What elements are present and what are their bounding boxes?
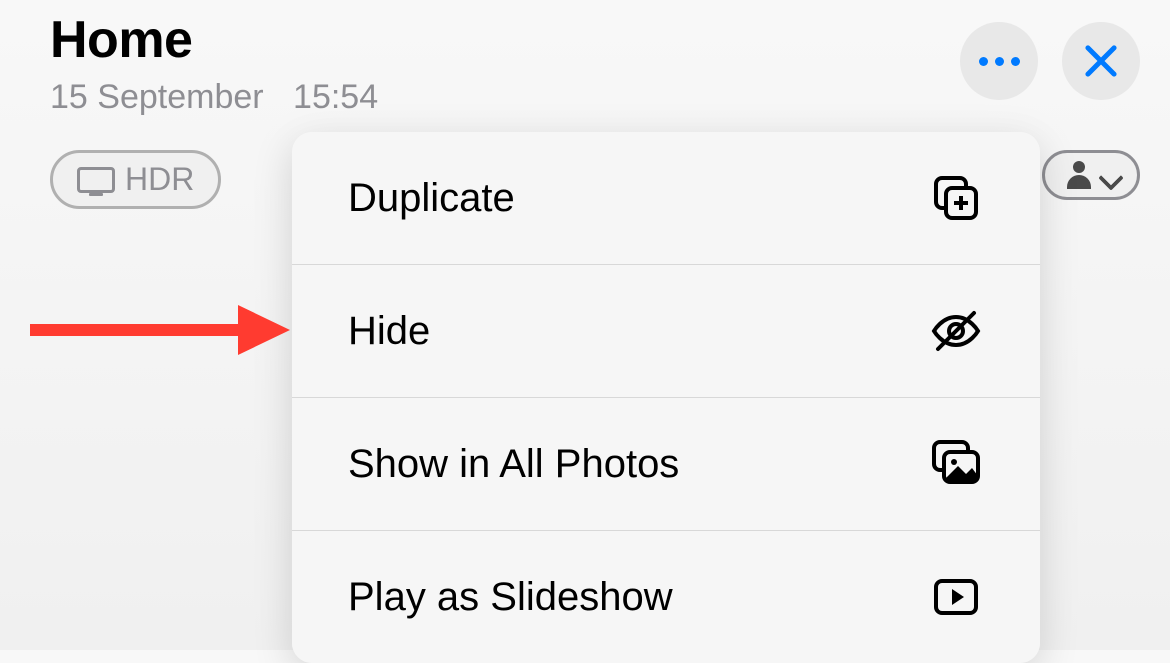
hdr-label: HDR xyxy=(125,161,194,198)
hide-icon xyxy=(928,303,984,359)
arrow-head-icon xyxy=(238,305,290,355)
top-buttons xyxy=(960,22,1140,100)
menu-label: Hide xyxy=(348,309,430,354)
menu-item-show-all-photos[interactable]: Show in All Photos xyxy=(292,397,1040,530)
more-icon xyxy=(979,57,1020,66)
time-label: 15:54 xyxy=(293,78,378,116)
menu-item-slideshow[interactable]: Play as Slideshow xyxy=(292,530,1040,663)
slideshow-icon xyxy=(928,569,984,625)
close-button[interactable] xyxy=(1062,22,1140,100)
duplicate-icon xyxy=(928,170,984,226)
hdr-badge[interactable]: HDR xyxy=(50,150,221,209)
arrow-annotation xyxy=(30,307,290,351)
person-icon xyxy=(1065,161,1093,189)
person-badge[interactable] xyxy=(1042,150,1140,200)
menu-item-duplicate[interactable]: Duplicate xyxy=(292,132,1040,264)
arrow-line xyxy=(30,324,245,336)
menu-label: Show in All Photos xyxy=(348,442,679,487)
menu-label: Play as Slideshow xyxy=(348,575,673,620)
close-icon xyxy=(1083,43,1119,79)
menu-item-hide[interactable]: Hide xyxy=(292,264,1040,397)
all-photos-icon xyxy=(928,436,984,492)
chevron-down-icon xyxy=(1101,169,1121,181)
more-button[interactable] xyxy=(960,22,1038,100)
display-icon xyxy=(77,167,115,193)
context-menu: Duplicate Hide Show in All Photos xyxy=(292,132,1040,663)
header: Home 15 September 15:54 xyxy=(0,0,1170,117)
date-label: 15 September xyxy=(50,78,264,116)
menu-label: Duplicate xyxy=(348,176,515,221)
